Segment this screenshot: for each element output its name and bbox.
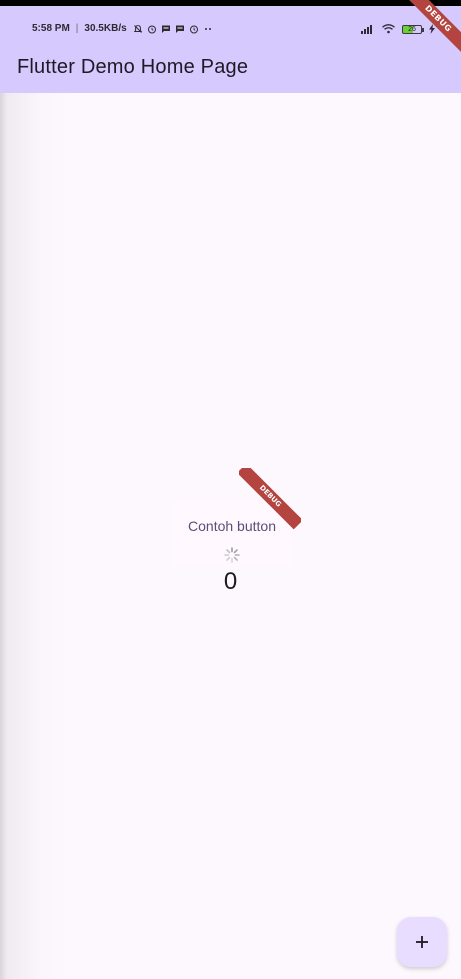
- status-time: 5:58 PM: [32, 23, 70, 34]
- alarm-icon: [147, 25, 156, 33]
- status-left-group: 5:58 PM | 30.5KB/s: [32, 23, 213, 34]
- left-edge-shadow: [0, 93, 70, 979]
- notification-icons: [133, 24, 213, 34]
- message-icon: [161, 25, 170, 33]
- plus-icon: [416, 936, 428, 948]
- charging-icon: [429, 24, 435, 34]
- page-title: Flutter Demo Home Page: [17, 56, 249, 78]
- example-button-label: Contoh button: [188, 518, 276, 534]
- network-speed: 30.5KB/s: [84, 23, 127, 34]
- message-icon: [175, 25, 184, 33]
- status-right-group: 26: [361, 24, 435, 34]
- battery-icon: 26: [402, 24, 424, 34]
- battery-level: 26: [408, 25, 416, 33]
- increment-fab-button[interactable]: [397, 917, 447, 967]
- bell-off-icon: [133, 24, 142, 33]
- status-separator: |: [75, 23, 79, 34]
- more-dots-icon: [204, 27, 211, 30]
- wifi-icon: [382, 24, 395, 34]
- signal-icon: [361, 25, 372, 34]
- loading-spinner-icon: [224, 547, 240, 563]
- status-bar: 5:58 PM | 30.5KB/s 26: [0, 6, 461, 38]
- example-button[interactable]: Contoh button: [172, 500, 292, 566]
- counter-value: 0: [223, 568, 238, 595]
- alarm-icon: [189, 25, 198, 33]
